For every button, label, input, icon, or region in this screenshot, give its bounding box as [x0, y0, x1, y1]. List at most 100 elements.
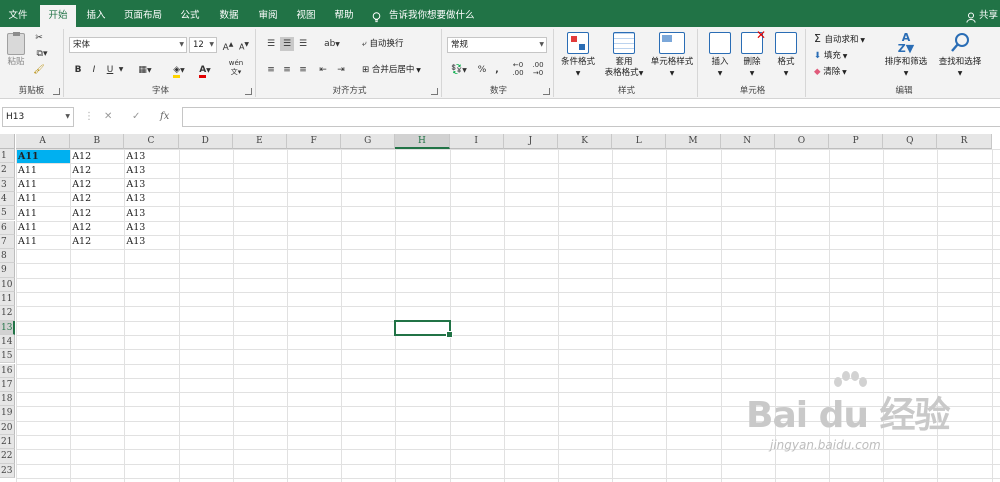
row-header-6[interactable]: 6 [0, 220, 15, 235]
row-header-18[interactable]: 18 [0, 392, 15, 407]
cell-b5[interactable]: A12 [71, 207, 124, 220]
tab-view[interactable]: 视图 [290, 5, 322, 27]
tab-page-layout[interactable]: 页面布局 [118, 5, 168, 27]
fill-button[interactable]: ⬇ 填充 ▼ [814, 50, 847, 63]
cell-c7[interactable]: A13 [125, 235, 178, 248]
insert-cells-button[interactable]: 插入 ▼ [704, 32, 736, 79]
row-header-15[interactable]: 15 [0, 349, 15, 364]
font-color-icon[interactable]: A▼ [194, 63, 216, 78]
increase-decimal-icon[interactable]: ←0.00 [510, 61, 526, 77]
cell-b1[interactable]: A12 [71, 150, 124, 163]
dialog-launcher-icon[interactable] [431, 88, 438, 95]
cell-a1[interactable]: A11 [17, 149, 71, 163]
cell-c5[interactable]: A13 [125, 207, 178, 220]
chevron-down-icon[interactable]: ▼ [116, 63, 126, 77]
cell-b7[interactable]: A12 [71, 235, 124, 248]
cell-a4[interactable]: A11 [17, 192, 70, 205]
column-header-j[interactable]: J [503, 134, 558, 149]
name-box[interactable]: H13 ▼ [2, 107, 74, 127]
column-header-g[interactable]: G [341, 134, 396, 149]
align-center-icon[interactable]: ≡ [280, 63, 294, 77]
share-button[interactable]: 共享 [966, 5, 998, 27]
row-header-8[interactable]: 8 [0, 249, 15, 264]
wrap-text-button[interactable]: ⤶ 自动换行 [362, 38, 403, 51]
row-header-10[interactable]: 10 [0, 277, 15, 292]
cell-b6[interactable]: A12 [71, 221, 124, 234]
tab-file[interactable]: 文件 [0, 5, 36, 27]
format-painter-icon[interactable]: 🖌 [32, 63, 46, 77]
insert-function-icon[interactable]: fx [160, 107, 169, 127]
autosum-button[interactable]: Σ 自动求和 ▼ [814, 32, 865, 47]
tab-insert[interactable]: 插入 [80, 5, 112, 27]
cell-a6[interactable]: A11 [17, 221, 70, 234]
decrease-indent-icon[interactable]: ⇤ [316, 63, 330, 77]
font-name-combo[interactable]: 宋体 ▼ [69, 37, 187, 53]
column-header-i[interactable]: I [449, 134, 504, 149]
row-header-17[interactable]: 17 [0, 377, 15, 393]
column-header-l[interactable]: L [612, 134, 667, 149]
column-header-h[interactable]: H [395, 134, 450, 149]
dialog-launcher-icon[interactable] [53, 88, 60, 95]
cancel-icon[interactable]: ✕ [104, 107, 112, 127]
align-right-icon[interactable]: ≡ [296, 63, 310, 77]
phonetic-guide-icon[interactable]: wén 文▾ [224, 59, 248, 77]
row-header-1[interactable]: 1 [0, 149, 15, 164]
row-header-5[interactable]: 5 [0, 206, 15, 221]
border-icon[interactable]: ▦▼ [134, 63, 156, 78]
row-header-12[interactable]: 12 [0, 306, 15, 321]
cell-b4[interactable]: A12 [71, 192, 124, 205]
sort-filter-button[interactable]: A Z▼ 排序和筛选 ▼ [880, 32, 932, 79]
column-header-c[interactable]: C [124, 134, 179, 149]
tab-home[interactable]: 开始 [40, 5, 76, 27]
enter-icon[interactable]: ✓ [132, 107, 140, 127]
dialog-launcher-icon[interactable] [245, 88, 252, 95]
column-header-e[interactable]: E [232, 134, 287, 149]
orientation-icon[interactable]: ab▼ [320, 37, 344, 52]
format-cells-button[interactable]: 格式 ▼ [770, 32, 802, 79]
row-header-4[interactable]: 4 [0, 191, 15, 207]
active-cell-selection[interactable] [394, 319, 453, 339]
tab-formulas[interactable]: 公式 [174, 5, 206, 27]
bold-button[interactable]: B [72, 63, 84, 77]
decrease-font-icon[interactable]: A▼ [237, 38, 251, 55]
cell-c2[interactable]: A13 [125, 164, 178, 177]
number-format-combo[interactable]: 常规 ▼ [447, 37, 547, 53]
row-header-2[interactable]: 2 [0, 163, 15, 178]
cell-b2[interactable]: A12 [71, 164, 124, 177]
row-header-22[interactable]: 22 [0, 449, 15, 464]
align-left-icon[interactable]: ≡ [264, 63, 278, 77]
cell-c6[interactable]: A13 [125, 221, 178, 234]
find-select-button[interactable]: 查找和选择 ▼ [932, 32, 988, 79]
paste-button[interactable]: 粘贴 [4, 32, 28, 68]
cell-a2[interactable]: A11 [17, 164, 70, 177]
align-top-icon[interactable]: ☰ [264, 37, 278, 51]
underline-button[interactable]: U [104, 63, 116, 77]
column-header-b[interactable]: B [70, 134, 125, 149]
column-header-r[interactable]: R [937, 134, 992, 149]
cell-c1[interactable]: A13 [125, 150, 178, 163]
row-header-7[interactable]: 7 [0, 234, 15, 250]
column-header-q[interactable]: Q [883, 134, 938, 149]
tab-help[interactable]: 帮助 [328, 5, 360, 27]
column-header-o[interactable]: O [774, 134, 829, 149]
italic-button[interactable]: I [88, 63, 100, 77]
tab-review[interactable]: 审阅 [252, 5, 284, 27]
clear-button[interactable]: ◆ 清除 ▼ [814, 66, 847, 79]
row-header-21[interactable]: 21 [0, 435, 15, 450]
cell-a5[interactable]: A11 [17, 207, 70, 220]
format-as-table-button[interactable]: 套用 表格格式▼ [600, 32, 648, 79]
cell-b3[interactable]: A12 [71, 178, 124, 191]
row-header-16[interactable]: 16 [0, 363, 15, 378]
tell-me-box[interactable]: 告诉我你想要做什么 [372, 5, 492, 27]
row-header-14[interactable]: 14 [0, 334, 15, 350]
align-middle-icon[interactable]: ☰ [280, 37, 294, 51]
row-header-20[interactable]: 20 [0, 420, 15, 435]
align-bottom-icon[interactable]: ☰ [296, 37, 310, 51]
decrease-decimal-icon[interactable]: .00 →0 [530, 61, 546, 77]
increase-font-icon[interactable]: A▲ [221, 38, 235, 55]
copy-icon[interactable]: ⧉▾ [32, 47, 52, 61]
delete-cells-button[interactable]: ✕ 删除 ▼ [736, 29, 768, 79]
cell-a7[interactable]: A11 [17, 235, 70, 248]
column-header-d[interactable]: D [178, 134, 233, 149]
comma-button[interactable]: , [492, 63, 502, 77]
